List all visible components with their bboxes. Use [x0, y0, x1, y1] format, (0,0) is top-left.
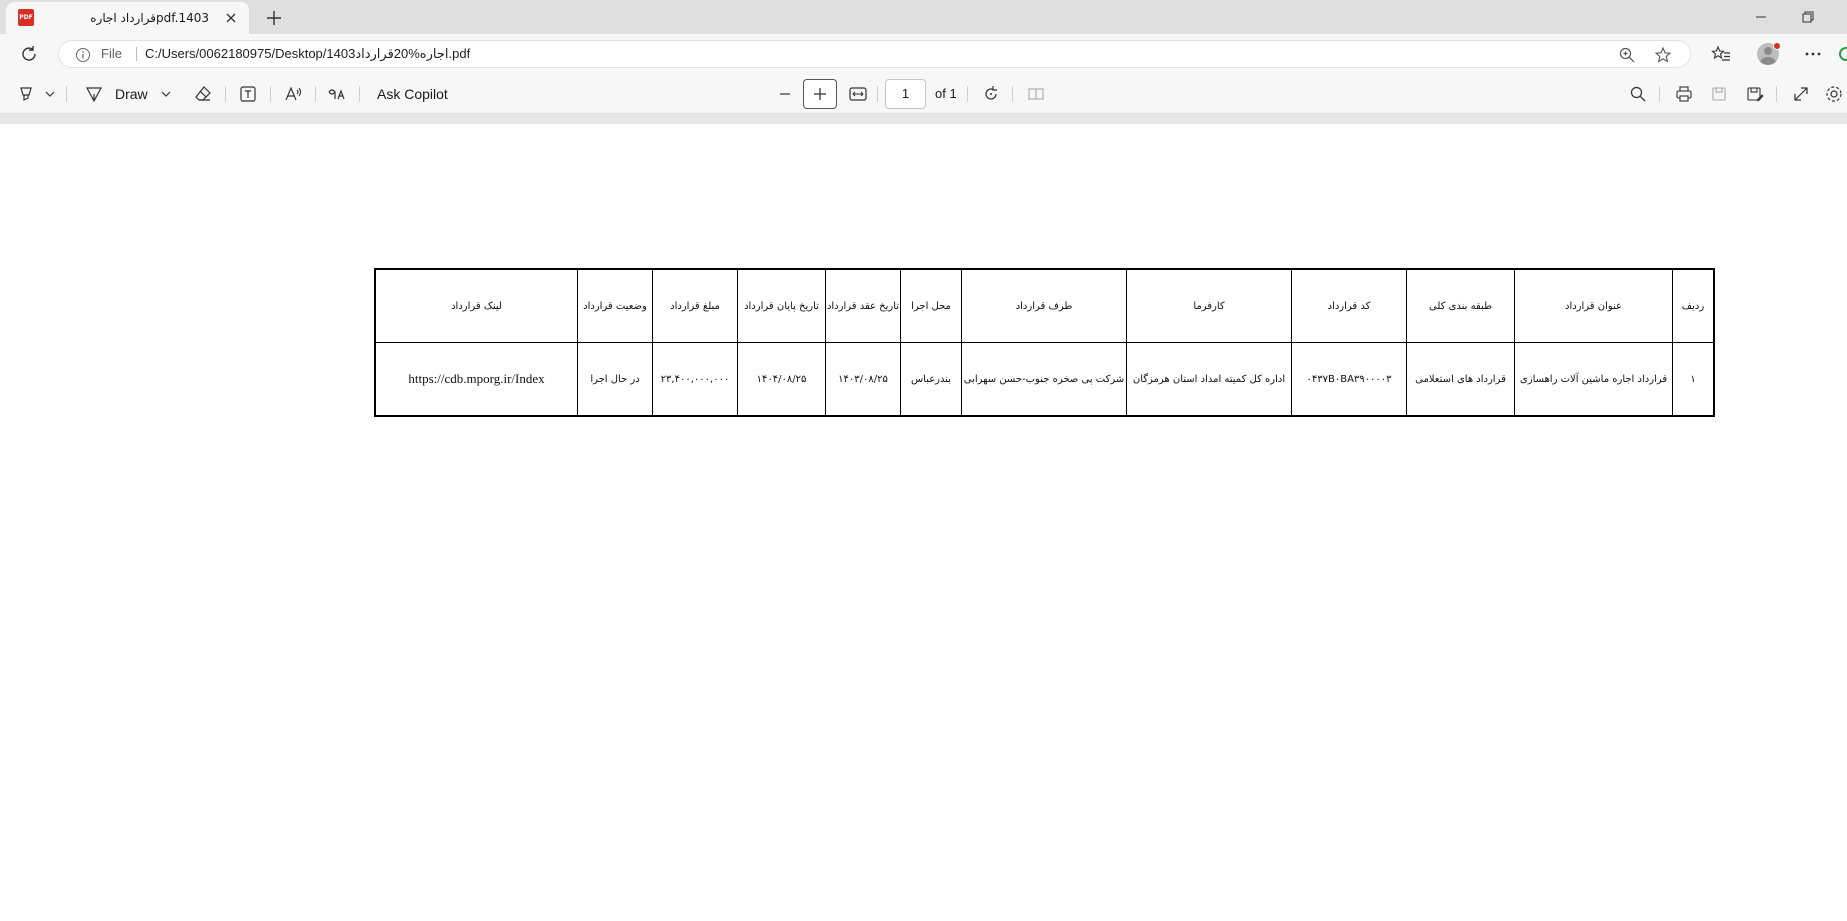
table-header-cell: محل اجرا	[901, 270, 962, 343]
table-cell: ۲۳,۴۰۰,۰۰۰,۰۰۰	[653, 343, 738, 415]
page-count: of 1	[935, 86, 957, 101]
notification-dot	[1773, 42, 1781, 50]
zoom-out-minus-icon[interactable]	[775, 84, 795, 104]
table-cell: قرارداد های استعلامی	[1407, 343, 1515, 415]
ask-copilot-button[interactable]: Ask Copilot	[377, 74, 448, 114]
table-header-cell: ردیف	[1673, 270, 1713, 343]
settings-gear-icon[interactable]	[1824, 84, 1844, 104]
table-cell: ۱	[1690, 373, 1696, 385]
favorites-icon[interactable]	[1711, 44, 1731, 64]
more-options-icon[interactable]	[1803, 44, 1823, 64]
close-tab-icon[interactable]	[221, 8, 241, 28]
minimize-icon[interactable]	[1741, 4, 1781, 30]
pdf-file-icon: PDF	[18, 9, 34, 26]
copilot-sidebar-icon[interactable]	[1836, 44, 1847, 64]
table-cell: https://cdb.mporg.ir/Index	[376, 343, 578, 415]
url-text[interactable]: C:/Users/0062180975/Desktop/1403اجاره%20…	[145, 41, 470, 67]
table-cell: اداره کل کمیته امداد استان هرمزگان	[1127, 343, 1292, 415]
table-header-cell: وضعیت قرارداد	[578, 270, 653, 343]
zoom-in-button[interactable]	[803, 79, 837, 109]
toolbar-divider	[270, 86, 271, 102]
pdf-toolbar: Draw Ask Copilot 1 of 1	[0, 74, 1847, 114]
viewer-top-gap	[0, 114, 1847, 124]
text-box-icon[interactable]	[238, 84, 258, 104]
eraser-icon[interactable]	[193, 84, 213, 104]
address-bar[interactable]: File C:/Users/0062180975/Desktop/1403اجا…	[58, 40, 1691, 68]
tab-title: pdf.1403قرارداد اجاره	[90, 11, 209, 25]
table-cell: ۰۴۳۷B۰BA۳۹۰۰۰۰۳	[1292, 343, 1407, 415]
table-cell: شرکت پی صخره جنوب-حسن سهرابی	[962, 343, 1127, 415]
draw-button[interactable]: Draw	[115, 74, 148, 114]
table-header-cell: تاریخ پایان قرارداد	[738, 270, 826, 343]
chevron-down-icon[interactable]	[44, 84, 56, 104]
contract-table: لینک قرارداد وضعیت قرارداد مبلغ قرارداد تار…	[374, 268, 1715, 417]
table-cell: بندرعباس	[901, 343, 962, 415]
read-aloud-icon[interactable]	[283, 84, 303, 104]
table-header-cell: تاریخ عقد قرارداد	[826, 270, 901, 343]
fullscreen-icon[interactable]	[1791, 84, 1811, 104]
toolbar-divider	[967, 86, 968, 102]
toolbar-divider	[359, 86, 360, 102]
table-header-cell: مبلغ قرارداد	[653, 270, 738, 343]
address-divider	[136, 47, 137, 61]
table-cell: ۱۴۰۳/۰۸/۲۵	[826, 343, 901, 415]
toolbar-divider	[315, 86, 316, 102]
new-tab-plus-icon[interactable]	[262, 6, 286, 30]
save-icon[interactable]	[1709, 84, 1729, 104]
print-icon[interactable]	[1674, 84, 1694, 104]
toolbar-divider	[877, 86, 878, 102]
toolbar-divider	[1012, 86, 1013, 102]
table-cell: در حال اجرا	[578, 343, 653, 415]
tab-strip: PDF pdf.1403قرارداد اجاره	[0, 0, 1847, 34]
table-header-cell: عنوان قرارداد	[1515, 270, 1673, 343]
toolbar-divider	[1776, 86, 1777, 102]
highlight-icon[interactable]	[16, 84, 36, 104]
table-header-cell: لینک قرارداد	[376, 270, 578, 343]
translate-icon[interactable]	[327, 84, 347, 104]
page-view-icon[interactable]	[1026, 84, 1046, 104]
table-header-cell: کد قرارداد	[1292, 270, 1407, 343]
table-header-cell: طبقه بندی کلی	[1407, 270, 1515, 343]
reload-icon[interactable]	[18, 43, 40, 65]
table-header-cell: کارفرما	[1127, 270, 1292, 343]
browser-tab[interactable]: PDF pdf.1403قرارداد اجاره	[6, 2, 249, 34]
favorite-star-icon[interactable]	[1654, 46, 1672, 64]
rotate-icon[interactable]	[981, 84, 1001, 104]
table-header-cell: طرف قرارداد	[962, 270, 1127, 343]
toolbar-divider	[1659, 86, 1660, 102]
address-bar-row: File C:/Users/0062180975/Desktop/1403اجا…	[0, 34, 1847, 74]
draw-pen-icon[interactable]	[84, 84, 104, 104]
save-as-icon[interactable]	[1745, 84, 1765, 104]
zoom-in-icon[interactable]	[1618, 46, 1636, 64]
info-icon[interactable]	[75, 47, 91, 63]
table-cell: قرارداد اجاره ماشین آلات راهسازی	[1515, 343, 1673, 415]
page-number-input[interactable]: 1	[885, 79, 926, 109]
fit-to-width-icon[interactable]	[848, 84, 868, 104]
restore-window-icon[interactable]	[1787, 4, 1827, 30]
toolbar-divider	[225, 86, 226, 102]
search-icon[interactable]	[1628, 84, 1648, 104]
chevron-down-icon[interactable]	[160, 84, 172, 104]
scheme-label: File	[101, 46, 122, 61]
table-cell: ۱۴۰۴/۰۸/۲۵	[738, 343, 826, 415]
toolbar-divider	[66, 86, 67, 102]
